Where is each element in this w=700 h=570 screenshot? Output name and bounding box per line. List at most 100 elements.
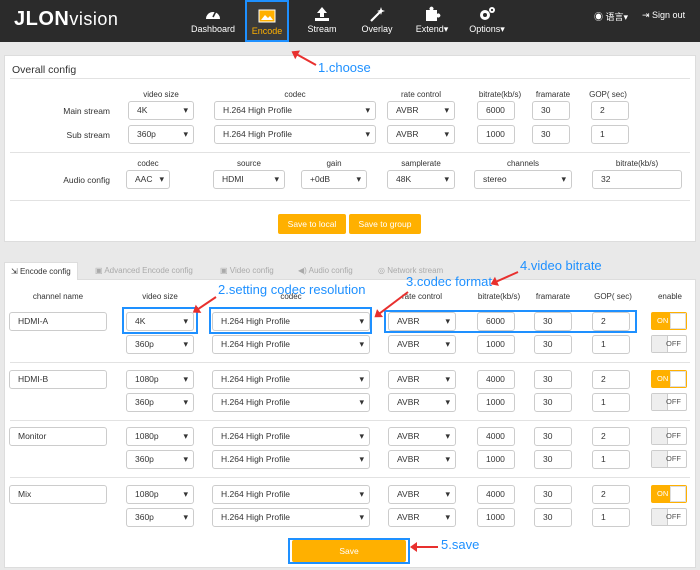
bitrate-input[interactable]: 1000 (477, 335, 515, 354)
audio-samplerate-select[interactable]: 48K (387, 170, 455, 189)
rate-control-select[interactable]: AVBR (388, 427, 456, 446)
header-channel-name: channel name (32, 292, 84, 301)
rate-control-select[interactable]: AVBR (388, 450, 456, 469)
framerate-input[interactable]: 30 (534, 485, 572, 504)
framerate-input[interactable]: 30 (534, 450, 572, 469)
bitrate-input[interactable]: 1000 (477, 508, 515, 527)
channel-name-input[interactable]: HDMI-A (9, 312, 107, 331)
bitrate-input[interactable]: 1000 (477, 450, 515, 469)
nav-overlay[interactable]: Overlay (355, 0, 399, 42)
framerate-input[interactable]: 30 (534, 370, 572, 389)
rate-control-select[interactable]: AVBR (388, 370, 456, 389)
gop-input[interactable]: 2 (592, 370, 630, 389)
audio-gain-select[interactable]: +0dB (301, 170, 367, 189)
gop-input[interactable]: 1 (592, 450, 630, 469)
nav-dashboard[interactable]: Dashboard (188, 0, 238, 42)
audio-channels-select[interactable]: stereo (474, 170, 572, 189)
enable-toggle[interactable]: OFF (651, 508, 687, 526)
nav-label: Extend▾ (415, 24, 449, 34)
framerate-input[interactable]: 30 (534, 508, 572, 527)
rate-control-select[interactable]: AVBR (388, 393, 456, 412)
nav-stream[interactable]: Stream (300, 0, 344, 42)
framerate-input[interactable]: 30 (534, 335, 572, 354)
tab-encode-config[interactable]: ⇲ Encode config (4, 262, 78, 280)
audio-bitrate-input[interactable]: 32 (592, 170, 682, 189)
enable-toggle[interactable]: ON (651, 370, 687, 388)
sub-bitrate-input[interactable]: 1000 (477, 125, 515, 144)
nav-extend[interactable]: Extend▾ (410, 0, 454, 42)
enable-toggle[interactable]: OFF (651, 335, 687, 353)
globe-icon: ◎ (378, 266, 388, 275)
sub-video-size-select[interactable]: 360p (128, 125, 194, 144)
audio-source-select[interactable]: HDMI (213, 170, 285, 189)
tab-advanced-encode-config[interactable]: ▣ Advanced Encode config (95, 262, 193, 280)
rate-control-select[interactable]: AVBR (388, 485, 456, 504)
puzzle-icon (426, 6, 441, 22)
video-size-select[interactable]: 360p (126, 450, 194, 469)
codec-select[interactable]: H.264 High Profile (212, 370, 370, 389)
main-codec-select[interactable]: H.264 High Profile (214, 101, 376, 120)
main-gop-input[interactable]: 2 (591, 101, 629, 120)
overall-config-title: Overall config (12, 64, 77, 76)
divider (10, 420, 690, 421)
globe-icon: ◉ (594, 12, 606, 22)
gop-input[interactable]: 1 (592, 335, 630, 354)
codec-select[interactable]: H.264 High Profile (212, 393, 370, 412)
enable-toggle[interactable]: ON (651, 312, 687, 330)
enable-toggle[interactable]: ON (651, 485, 687, 503)
rate-control-select[interactable]: AVBR (388, 335, 456, 354)
main-rate-control-select[interactable]: AVBR (387, 101, 455, 120)
codec-select[interactable]: H.264 High Profile (212, 485, 370, 504)
enable-toggle[interactable]: OFF (651, 427, 687, 445)
main-framerate-input[interactable]: 30 (532, 101, 570, 120)
bitrate-input[interactable]: 4000 (477, 427, 515, 446)
save-to-group-button[interactable]: Save to group (349, 214, 421, 234)
framerate-input[interactable]: 30 (534, 427, 572, 446)
main-bitrate-input[interactable]: 6000 (477, 101, 515, 120)
signout-button[interactable]: ⇥ Sign out (642, 10, 685, 21)
tab-video-config[interactable]: ▣ Video config (220, 262, 274, 280)
gop-input[interactable]: 1 (592, 393, 630, 412)
video-size-select[interactable]: 360p (126, 393, 194, 412)
language-label: 语言▾ (605, 12, 629, 22)
nav-options[interactable]: Options▾ (464, 0, 510, 42)
tab-audio-config[interactable]: ◀) Audio config (298, 262, 353, 280)
video-size-select[interactable]: 360p (126, 508, 194, 527)
gop-input[interactable]: 1 (592, 508, 630, 527)
channel-name-input[interactable]: Monitor (9, 427, 107, 446)
bitrate-input[interactable]: 4000 (477, 370, 515, 389)
video-size-select[interactable]: 1080p (126, 427, 194, 446)
image-icon: ▣ (220, 266, 230, 275)
enable-toggle[interactable]: OFF (651, 393, 687, 411)
sub-framerate-input[interactable]: 30 (532, 125, 570, 144)
main-video-size-select[interactable]: 4K (128, 101, 194, 120)
highlight-bitrate-row (384, 310, 637, 333)
gop-input[interactable]: 2 (592, 427, 630, 446)
image-icon: ▣ (95, 266, 105, 275)
rate-control-select[interactable]: AVBR (388, 508, 456, 527)
save-to-local-button[interactable]: Save to local (278, 214, 346, 234)
sub-codec-select[interactable]: H.264 High Profile (214, 125, 376, 144)
bitrate-input[interactable]: 1000 (477, 393, 515, 412)
video-size-select[interactable]: 1080p (126, 485, 194, 504)
bitrate-input[interactable]: 4000 (477, 485, 515, 504)
annotation-codec-resolution: 2.setting codec resolution (218, 282, 366, 297)
video-size-select[interactable]: 360p (126, 335, 194, 354)
sub-gop-input[interactable]: 1 (591, 125, 629, 144)
video-size-select[interactable]: 1080p (126, 370, 194, 389)
audio-codec-select[interactable]: AAC (126, 170, 170, 189)
language-menu[interactable]: ◉ 语言▾ (594, 10, 628, 23)
codec-select[interactable]: H.264 High Profile (212, 335, 370, 354)
codec-select[interactable]: H.264 High Profile (212, 450, 370, 469)
channel-name-input[interactable]: HDMI-B (9, 370, 107, 389)
gop-input[interactable]: 2 (592, 485, 630, 504)
sub-rate-control-select[interactable]: AVBR (387, 125, 455, 144)
codec-select[interactable]: H.264 High Profile (212, 508, 370, 527)
codec-select[interactable]: H.264 High Profile (212, 427, 370, 446)
channel-name-input[interactable]: Mix (9, 485, 107, 504)
main-stream-label: Main stream (63, 106, 110, 116)
framerate-input[interactable]: 30 (534, 393, 572, 412)
audio-header-source: source (236, 159, 261, 168)
audio-config-label: Audio config (63, 175, 110, 185)
enable-toggle[interactable]: OFF (651, 450, 687, 468)
